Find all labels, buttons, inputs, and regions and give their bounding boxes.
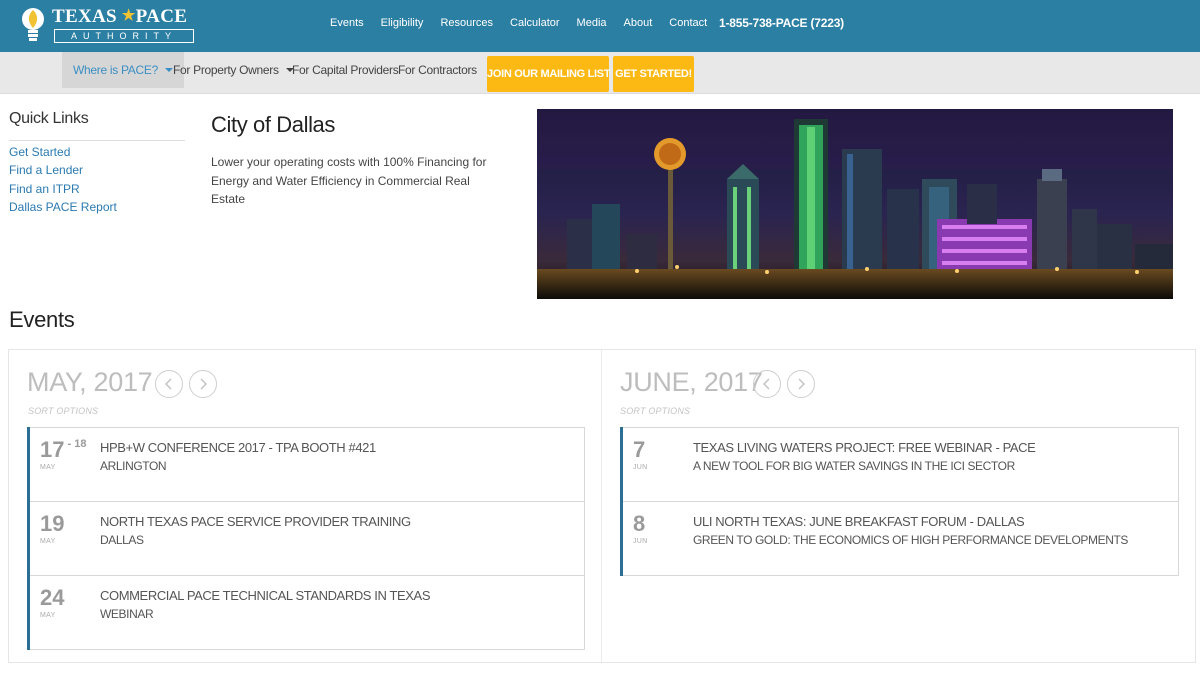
dallas-skyline-image bbox=[537, 109, 1173, 299]
nav-about[interactable]: About bbox=[624, 17, 653, 29]
city-description: Lower your operating costs with 100% Fin… bbox=[211, 155, 487, 206]
events-heading: Events bbox=[9, 307, 75, 332]
page-title: City of Dallas bbox=[211, 112, 335, 137]
quick-link-find-itpr[interactable]: Find an ITPR bbox=[9, 180, 117, 198]
event-title: ULI NORTH TEXAS: JUNE BREAKFAST FORUM - … bbox=[693, 514, 1025, 529]
join-mailing-list-button[interactable]: JOIN OUR MAILING LIST bbox=[487, 56, 611, 92]
event-month: JUN bbox=[633, 464, 648, 471]
chevron-left-icon bbox=[164, 378, 172, 390]
quick-link-get-started[interactable]: Get Started bbox=[9, 143, 117, 161]
event-day: 17- 18 bbox=[40, 437, 87, 462]
nav-eligibility[interactable]: Eligibility bbox=[381, 17, 424, 29]
chevron-right-icon bbox=[798, 378, 806, 390]
event-day: 19 bbox=[40, 511, 65, 536]
menu-where-is-pace[interactable]: Where is PACE? bbox=[62, 52, 184, 88]
texas-pace-logo[interactable]: TEXAS ★PACE AUTHORITY bbox=[20, 4, 194, 46]
prev-month-button[interactable] bbox=[155, 370, 183, 398]
event-item[interactable]: 7 JUN TEXAS LIVING WATERS PROJECT: FREE … bbox=[623, 427, 1179, 502]
event-location: ARLINGTON bbox=[100, 459, 167, 473]
event-location: WEBINAR bbox=[100, 607, 154, 621]
menu-property-owners-label: For Property Owners bbox=[173, 63, 279, 77]
sort-options-link[interactable]: SORT OPTIONS bbox=[28, 406, 98, 416]
phone-number[interactable]: 1-855-738-PACE (7223) bbox=[719, 16, 844, 30]
event-item[interactable]: 24 MAY COMMERCIAL PACE TECHNICAL STANDAR… bbox=[30, 575, 585, 650]
sort-options-link[interactable]: SORT OPTIONS bbox=[620, 406, 690, 416]
event-item[interactable]: 17- 18 MAY HPB+W CONFERENCE 2017 - TPA B… bbox=[30, 427, 585, 502]
event-list-june: 7 JUN TEXAS LIVING WATERS PROJECT: FREE … bbox=[620, 427, 1179, 576]
event-month: MAY bbox=[40, 538, 56, 545]
nav-events[interactable]: Events bbox=[330, 17, 364, 29]
star-icon: ★ bbox=[121, 8, 136, 24]
next-month-button[interactable] bbox=[787, 370, 815, 398]
event-title: HPB+W CONFERENCE 2017 - TPA BOOTH #421 bbox=[100, 440, 376, 455]
top-header-bar: TEXAS ★PACE AUTHORITY Events Eligibility… bbox=[0, 0, 1200, 52]
event-subtitle: A NEW TOOL FOR BIG WATER SAVINGS IN THE … bbox=[693, 459, 1015, 473]
prev-month-button[interactable] bbox=[753, 370, 781, 398]
event-subtitle: GREEN TO GOLD: THE ECONOMICS OF HIGH PER… bbox=[693, 533, 1128, 547]
event-month: MAY bbox=[40, 464, 56, 471]
chevron-right-icon bbox=[200, 378, 208, 390]
event-day: 24 bbox=[40, 585, 65, 610]
get-started-button[interactable]: GET STARTED! bbox=[613, 56, 694, 92]
divider bbox=[601, 350, 602, 662]
nav-resources[interactable]: Resources bbox=[440, 17, 493, 29]
nav-media[interactable]: Media bbox=[577, 17, 607, 29]
logo-title: TEXAS ★PACE bbox=[52, 6, 188, 27]
event-title: NORTH TEXAS PACE SERVICE PROVIDER TRAINI… bbox=[100, 514, 411, 529]
month-title-june: JUNE, 2017 bbox=[620, 367, 763, 397]
nav-calculator[interactable]: Calculator bbox=[510, 17, 560, 29]
menu-capital-providers[interactable]: For Capital Providers bbox=[292, 52, 399, 88]
month-title-may: MAY, 2017 bbox=[27, 367, 153, 397]
event-day: 8 bbox=[633, 511, 646, 536]
menu-contractors[interactable]: For Contractors bbox=[398, 52, 477, 88]
next-month-button[interactable] bbox=[189, 370, 217, 398]
quick-link-find-lender[interactable]: Find a Lender bbox=[9, 161, 117, 179]
secondary-navigation: Where is PACE? For Property Owners For C… bbox=[0, 52, 1200, 94]
event-list-may: 17- 18 MAY HPB+W CONFERENCE 2017 - TPA B… bbox=[27, 427, 585, 650]
quick-links-heading: Quick Links bbox=[9, 110, 89, 127]
quick-links-list: Get Started Find a Lender Find an ITPR D… bbox=[9, 143, 117, 216]
nav-contact[interactable]: Contact bbox=[669, 17, 707, 29]
caret-down-icon bbox=[164, 67, 173, 72]
event-item[interactable]: 19 MAY NORTH TEXAS PACE SERVICE PROVIDER… bbox=[30, 501, 585, 576]
event-title: COMMERCIAL PACE TECHNICAL STANDARDS IN T… bbox=[100, 588, 431, 603]
quick-link-dallas-report[interactable]: Dallas PACE Report bbox=[9, 198, 117, 216]
event-month: MAY bbox=[40, 612, 56, 619]
menu-where-is-pace-label: Where is PACE? bbox=[73, 63, 158, 77]
event-item[interactable]: 8 JUN ULI NORTH TEXAS: JUNE BREAKFAST FO… bbox=[623, 501, 1179, 576]
menu-property-owners[interactable]: For Property Owners bbox=[173, 52, 294, 88]
chevron-left-icon bbox=[762, 378, 770, 390]
logo-subtitle: AUTHORITY bbox=[54, 29, 194, 43]
divider bbox=[9, 140, 185, 141]
event-location: DALLAS bbox=[100, 533, 144, 547]
event-day: 7 bbox=[633, 437, 646, 462]
event-title: TEXAS LIVING WATERS PROJECT: FREE WEBINA… bbox=[693, 440, 1036, 455]
lightbulb-icon bbox=[22, 8, 44, 41]
main-navigation: Events Eligibility Resources Calculator … bbox=[330, 17, 724, 29]
event-month: JUN bbox=[633, 538, 648, 545]
